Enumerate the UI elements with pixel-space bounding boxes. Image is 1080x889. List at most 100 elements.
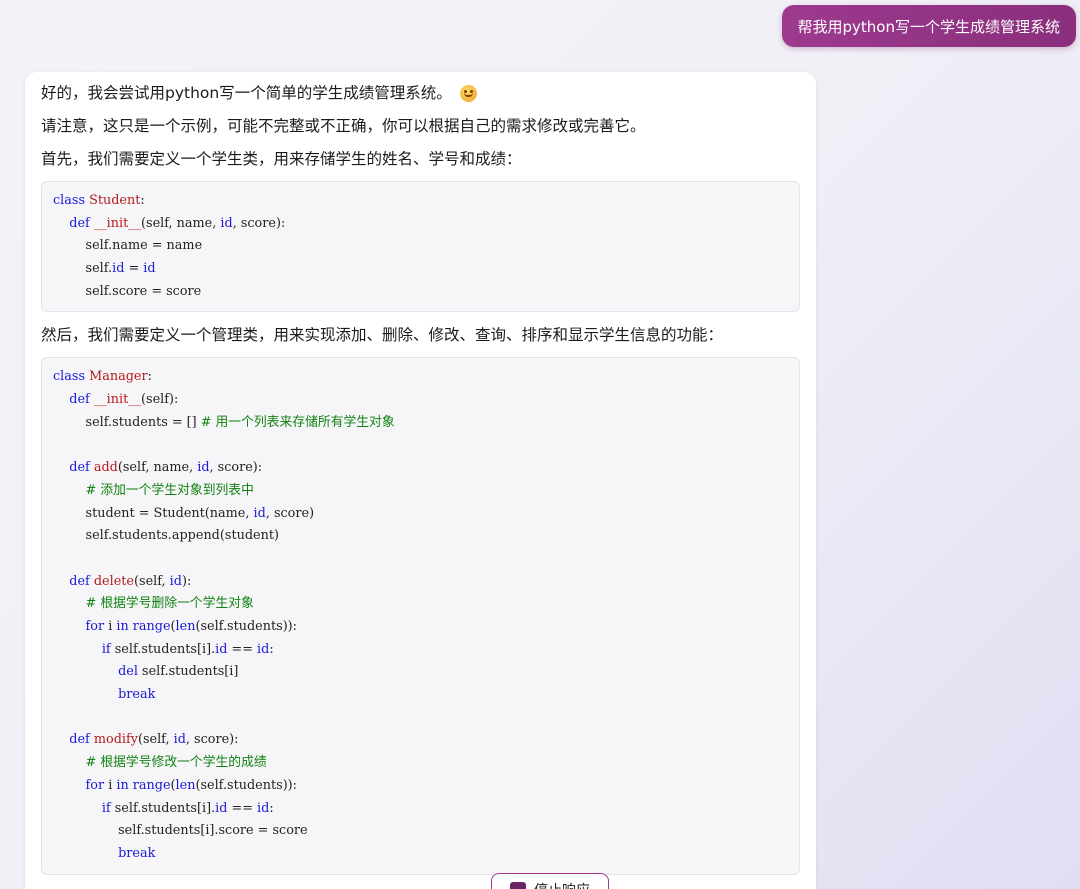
smiling-face-icon — [459, 84, 477, 102]
code-line: def add(self, name, id, score): — [53, 457, 788, 480]
code-token: delete — [93, 573, 135, 589]
code-token: class — [53, 369, 90, 385]
code-line: def __init__(self, name, id, score): — [53, 213, 788, 236]
code-token: : — [269, 641, 274, 657]
code-line: student = Student(name, id, score) — [53, 503, 788, 526]
code-line: self.id = id — [53, 258, 788, 281]
code-token: # 用一个列表来存储所有学生对象 — [200, 414, 395, 430]
code-token: for — [85, 619, 109, 634]
code-line: def __init__(self): — [53, 389, 788, 412]
code-line: self.students = [] # 用一个列表来存储所有学生对象 — [53, 412, 788, 435]
code-token: add — [93, 460, 118, 476]
code-token: : — [269, 800, 274, 816]
code-token: id — [173, 732, 186, 748]
code-token: (self, — [137, 732, 174, 748]
code-token: student = Student(name, — [53, 505, 254, 521]
bot-intro-text: 好的，我会尝试用python写一个简单的学生成绩管理系统。 — [41, 84, 452, 102]
code-token: self.students[i] — [142, 664, 239, 680]
code-line: # 根据学号修改一个学生的成绩 — [53, 752, 788, 775]
code-token: id — [215, 641, 228, 657]
code-token: id — [257, 800, 270, 816]
code-line: class Student: — [53, 190, 788, 213]
code-token: Manager — [89, 369, 148, 385]
code-token: Student — [89, 193, 141, 208]
code-line: if self.students[i].id == id: — [53, 639, 788, 662]
code-token: self.students = [] — [53, 414, 201, 430]
code-token: id — [215, 800, 228, 816]
bot-intro-line: 好的，我会尝试用python写一个简单的学生成绩管理系统。 — [41, 82, 800, 104]
code-token: self.students[i].score = score — [53, 823, 308, 839]
bot-note-text: 请注意，这只是一个示例，可能不完整或不正确，你可以根据自己的需求修改或完善它。 — [41, 117, 646, 135]
code-line: for i in range(len(self.students)): — [53, 775, 788, 798]
code-line: class Manager: — [53, 366, 788, 389]
code-token: : — [140, 193, 145, 208]
stop-responding-label: 停止响应 — [534, 880, 590, 889]
code-token: id — [253, 505, 266, 521]
code-token: def — [69, 573, 94, 589]
code-token: len — [175, 777, 196, 793]
code-token: if — [101, 641, 115, 657]
code-token: , score): — [185, 732, 239, 748]
code-token: self.students.append(student) — [53, 528, 279, 544]
code-token: __init__ — [93, 215, 142, 231]
code-token: del — [118, 664, 143, 680]
code-token: __init__ — [93, 392, 142, 408]
code-token: ): — [181, 573, 192, 589]
code-line: break — [53, 684, 788, 707]
code-token: : — [147, 369, 152, 385]
code-block-student-class: class Student: def __init__(self, name, … — [41, 181, 800, 313]
code-token: range — [132, 619, 171, 634]
code-token: id — [220, 215, 233, 231]
code-token: modify — [93, 732, 138, 748]
code-token: , score) — [265, 505, 315, 521]
code-line: del self.students[i] — [53, 661, 788, 684]
code-token: self.name = name — [53, 238, 203, 254]
code-line: self.name = name — [53, 235, 788, 258]
code-line: break — [53, 843, 788, 866]
code-token: id — [197, 460, 210, 476]
code-token: self.score = score — [53, 283, 202, 299]
user-message-text: 帮我用python写一个学生成绩管理系统 — [797, 17, 1060, 36]
code-token: (self, name, — [141, 215, 221, 231]
code-token: (self.students)): — [195, 777, 297, 793]
code-token: self.students[i]. — [114, 641, 216, 657]
bot-step1-text: 首先，我们需要定义一个学生类，用来存储学生的姓名、学号和成绩： — [41, 150, 522, 168]
code-token: def — [69, 460, 94, 476]
bot-response-card: 好的，我会尝试用python写一个简单的学生成绩管理系统。 请注意，这只是一个示… — [25, 72, 816, 889]
code-line: # 添加一个学生对象到列表中 — [53, 480, 788, 503]
code-block-manager-class: class Manager: def __init__(self): self.… — [41, 357, 800, 875]
code-token: class — [53, 193, 90, 208]
code-token: # 添加一个学生对象到列表中 — [85, 482, 254, 498]
code-token: def — [69, 732, 94, 748]
code-line: if self.students[i].id == id: — [53, 798, 788, 821]
code-line: # 根据学号删除一个学生对象 — [53, 593, 788, 616]
code-token: , score): — [209, 460, 263, 476]
code-token: id — [257, 641, 270, 657]
code-line: self.score = score — [53, 281, 788, 304]
stop-responding-button[interactable]: 停止响应 — [491, 873, 609, 889]
code-token: break — [118, 687, 156, 703]
code-token: if — [101, 800, 115, 816]
code-line: self.students.append(student) — [53, 525, 788, 548]
code-token: == — [227, 641, 258, 657]
code-line: self.students[i].score = score — [53, 820, 788, 843]
code-token: for — [85, 777, 109, 793]
code-line: def modify(self, id, score): — [53, 729, 788, 752]
code-token: # 根据学号删除一个学生对象 — [85, 596, 254, 612]
